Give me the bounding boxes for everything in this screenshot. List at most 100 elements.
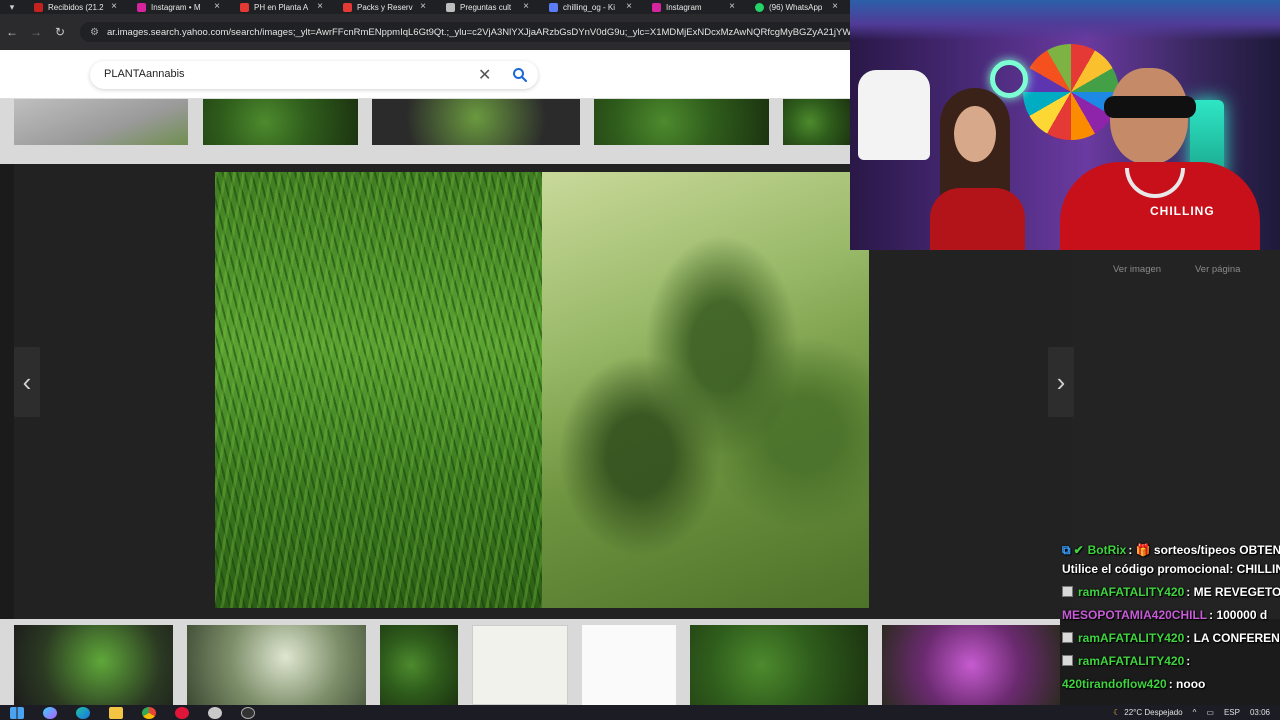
close-icon[interactable]: × <box>626 1 632 12</box>
user-badge-icon <box>1062 586 1073 597</box>
chat-message: ramAFATALITY420: <box>1062 654 1190 668</box>
user-badge-icon <box>1062 655 1073 666</box>
main-image-right-half <box>542 172 869 608</box>
chat-username: ramAFATALITY420 <box>1078 631 1185 645</box>
tab-list-chevron-icon[interactable]: ▾ <box>0 0 24 14</box>
tab-label: chilling_og - Ki <box>563 2 616 12</box>
chat-username: ramAFATALITY420 <box>1078 585 1185 599</box>
prev-image-button[interactable]: ‹ <box>14 347 40 417</box>
close-icon[interactable]: × <box>832 1 838 12</box>
results-strip-top <box>0 99 850 164</box>
search-icon[interactable] <box>512 67 528 83</box>
forward-arrow-icon[interactable]: → <box>24 25 48 39</box>
result-thumbnail[interactable] <box>582 625 676 705</box>
result-thumbnail[interactable] <box>783 99 850 145</box>
results-strip-bottom <box>0 619 1060 705</box>
browser-tab[interactable]: Packs y Reserv × <box>333 0 436 14</box>
edge-icon[interactable] <box>76 706 90 719</box>
close-icon[interactable]: × <box>729 1 735 12</box>
copilot-icon[interactable] <box>43 706 57 719</box>
language-indicator[interactable]: ESP <box>1224 708 1240 717</box>
opera-icon[interactable] <box>175 706 189 719</box>
result-thumbnail[interactable] <box>372 99 580 145</box>
clock[interactable]: 03:06 <box>1250 708 1270 717</box>
chat-username: 420tirandoflow420 <box>1062 677 1167 691</box>
tab-label: Packs y Reserv <box>357 2 413 12</box>
shirt-text: CHILLING <box>1150 204 1215 218</box>
chat-message: Utilice el código promocional: CHILLIN <box>1062 562 1280 576</box>
chat-text: : ME REVEGETO <box>1186 585 1280 599</box>
chat-message: ramAFATALITY420: ME REVEGETO <box>1062 585 1280 599</box>
tab-label: PH en Planta A <box>254 2 309 12</box>
kick-icon <box>549 2 558 12</box>
site-icon <box>446 2 455 12</box>
chat-message: 420tirandoflow420: nooo <box>1062 677 1205 691</box>
site-settings-icon[interactable]: ⚙ <box>90 27 99 38</box>
file-explorer-icon[interactable] <box>109 706 123 719</box>
browser-tab[interactable]: (96) WhatsApp × <box>745 0 848 14</box>
chat-username: ramAFATALITY420 <box>1078 654 1185 668</box>
tab-label: Instagram <box>666 2 702 12</box>
whatsapp-icon <box>755 2 764 12</box>
streamer-host <box>1060 50 1260 250</box>
browser-tab[interactable]: Recibidos (21.2 × <box>24 0 127 14</box>
chat-text: : 🎁 sorteos/tipeos OBTEN <box>1128 543 1280 557</box>
browser-tab[interactable]: PH en Planta A × <box>230 0 333 14</box>
chat-text: Utilice el código promocional: CHILLIN <box>1062 562 1280 576</box>
url-field[interactable]: ⚙ ar.images.search.yahoo.com/search/image… <box>80 22 850 42</box>
tray-chevron-icon[interactable]: ^ <box>1193 708 1197 717</box>
bot-icon: ⧉ <box>1062 543 1071 557</box>
browser-tab[interactable]: Instagram • M × <box>127 0 230 14</box>
close-icon[interactable]: × <box>214 1 220 12</box>
view-image-link[interactable]: Ver imagen <box>1113 264 1161 275</box>
chat-text: : LA CONFEREN <box>1186 631 1280 645</box>
browser-tab[interactable]: Instagram × <box>642 0 745 14</box>
weather-moon-icon: ☾ <box>1113 708 1121 717</box>
weather-text: 22°C Despejado <box>1124 708 1183 717</box>
instagram-icon <box>652 2 661 12</box>
app-icon[interactable] <box>208 706 222 719</box>
chat-text: : 100000 d <box>1209 608 1268 622</box>
view-page-link[interactable]: Ver página <box>1195 264 1240 275</box>
close-icon[interactable]: × <box>420 1 426 12</box>
browser-tab[interactable]: chilling_og - Ki × <box>539 0 642 14</box>
result-thumbnail[interactable] <box>690 625 868 705</box>
search-header: PLANTAannabis ✕ <box>0 50 850 99</box>
result-thumbnail[interactable] <box>380 625 458 705</box>
close-icon[interactable]: × <box>317 1 323 12</box>
tab-label: Recibidos (21.2 <box>48 2 104 12</box>
result-thumbnail[interactable] <box>203 99 358 145</box>
close-icon[interactable]: × <box>111 1 117 12</box>
next-image-button[interactable]: › <box>1048 347 1074 417</box>
result-thumbnail[interactable] <box>14 625 173 705</box>
search-input[interactable]: PLANTAannabis ✕ <box>90 61 538 89</box>
reload-icon[interactable]: ↻ <box>48 25 72 39</box>
result-thumbnail[interactable] <box>472 625 568 705</box>
result-thumbnail[interactable] <box>187 625 366 705</box>
system-tray: ☾ 22°C Despejado ^ ▭ ESP 03:06 <box>1113 705 1280 720</box>
webcam-overlay: CHILLING <box>850 0 1280 250</box>
chrome-icon[interactable] <box>142 706 156 719</box>
result-thumbnail[interactable] <box>14 99 188 145</box>
search-query: PLANTAannabis <box>104 68 185 80</box>
chat-username: MESOPOTAMIA420CHILL <box>1062 608 1208 622</box>
led-strip <box>850 0 1280 40</box>
result-thumbnail[interactable] <box>882 625 1060 705</box>
main-image[interactable] <box>215 172 869 608</box>
site-icon <box>343 2 352 12</box>
network-icon[interactable]: ▭ <box>1206 708 1214 717</box>
close-icon[interactable]: × <box>523 1 529 12</box>
gaming-chair <box>858 70 930 160</box>
main-image-left-half <box>215 172 542 608</box>
tab-label: Instagram • M <box>151 2 201 12</box>
gmail-icon <box>34 2 43 12</box>
back-arrow-icon[interactable]: ← <box>0 25 24 39</box>
clear-icon[interactable]: ✕ <box>478 65 491 85</box>
streamer-guest <box>930 88 1025 250</box>
browser-tab[interactable]: Preguntas cult × <box>436 0 539 14</box>
result-thumbnail[interactable] <box>594 99 769 145</box>
obs-icon[interactable] <box>241 706 255 719</box>
tab-label: Preguntas cult <box>460 2 512 12</box>
windows-start-icon[interactable] <box>10 706 24 719</box>
tab-label: (96) WhatsApp <box>769 2 823 12</box>
